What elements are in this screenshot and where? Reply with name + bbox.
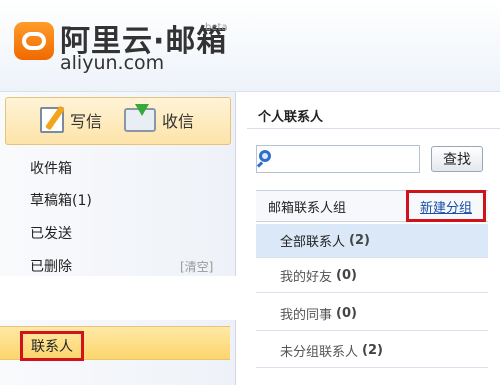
- brand-domain: aliyun.com: [60, 52, 165, 74]
- cloud-logo-icon: [14, 22, 54, 60]
- search-icon: [259, 150, 271, 162]
- sidebar-item-contacts[interactable]: 联系人: [20, 331, 84, 361]
- write-button[interactable]: 写信: [40, 103, 102, 137]
- search-input[interactable]: [256, 145, 420, 173]
- new-group-link[interactable]: 新建分组: [406, 190, 486, 222]
- group-item-friends[interactable]: 我的好友 (0): [256, 259, 488, 293]
- sidebar-item-inbox[interactable]: 收件箱: [30, 158, 72, 178]
- sidebar-item-deleted[interactable]: 已删除: [30, 256, 72, 276]
- group-name: 我的同事: [280, 308, 333, 323]
- group-name: 未分组联系人: [280, 345, 359, 360]
- pencil-icon: [40, 107, 64, 133]
- group-item-colleagues[interactable]: 我的同事 (0): [256, 297, 488, 331]
- group-count: (0): [336, 306, 357, 321]
- sidebar-blank-area: [0, 276, 236, 320]
- bottom-edge: [236, 375, 500, 385]
- sidebar-item-sent[interactable]: 已发送: [30, 223, 72, 243]
- sidebar-item-drafts[interactable]: 草稿箱(1): [30, 190, 92, 210]
- group-name: 全部联系人: [280, 235, 346, 250]
- page-title: 个人联系人: [258, 110, 324, 125]
- clear-trash-link[interactable]: [清空]: [180, 258, 213, 275]
- title-divider: [247, 128, 500, 129]
- receive-label: 收信: [162, 112, 195, 131]
- compose-toolbar: [5, 97, 231, 145]
- group-item-all[interactable]: 全部联系人 (2): [256, 224, 488, 258]
- receive-mail-icon: [124, 104, 156, 132]
- groups-title: 邮箱联系人组: [268, 201, 347, 216]
- group-name: 我的好友: [280, 270, 333, 285]
- search-button[interactable]: 查找: [431, 146, 483, 172]
- group-count: (2): [349, 233, 370, 248]
- receive-button[interactable]: 收信: [124, 103, 194, 137]
- group-count: (0): [336, 268, 357, 283]
- group-count: (2): [362, 343, 383, 358]
- write-label: 写信: [70, 112, 103, 131]
- beta-badge: beta: [205, 22, 228, 33]
- group-item-ungrouped[interactable]: 未分组联系人 (2): [256, 334, 488, 368]
